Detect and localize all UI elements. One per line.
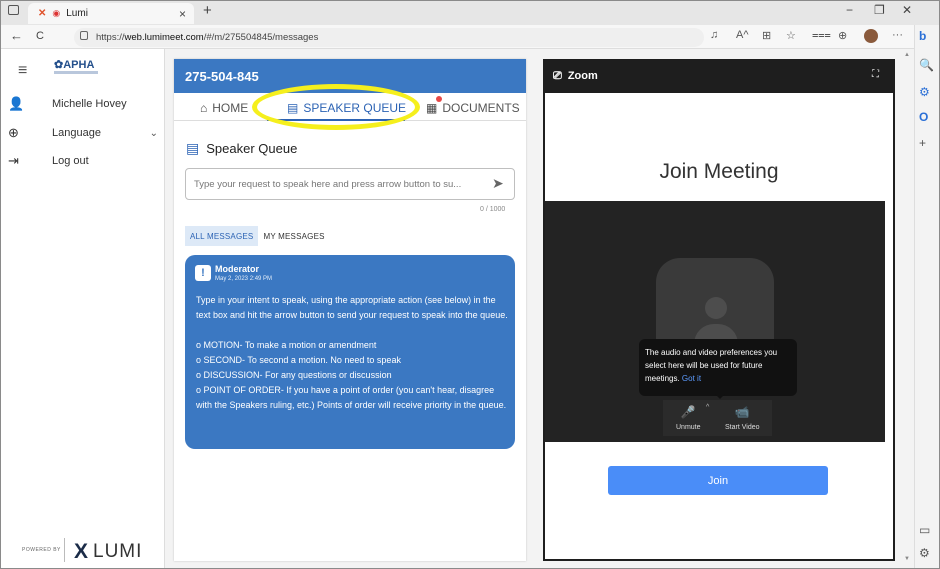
outlook-icon[interactable]: O [919, 110, 928, 124]
powered-by-label: POWERED BY [22, 547, 61, 553]
url-path: /#/m/275504845/messages [203, 32, 319, 43]
more-icon[interactable]: ··· [892, 29, 903, 41]
logout-icon: ⇥ [8, 153, 19, 168]
menu-icon[interactable]: ≡ [18, 62, 27, 80]
notification-dot [436, 96, 442, 102]
lumi-wordmark: LUMI [93, 541, 143, 562]
mic-muted-icon: 🎤 [680, 405, 696, 419]
profile-avatar[interactable] [864, 29, 878, 43]
record-icon: ◉ [52, 8, 61, 18]
text-size-icon[interactable]: A^ [736, 29, 749, 41]
message-line: o DISCUSSION- For any questions or discu… [196, 370, 392, 380]
extension-icon[interactable]: ⚙ [919, 85, 930, 99]
scroll-down-icon[interactable]: ▼ [904, 556, 910, 562]
lock-icon[interactable] [80, 31, 88, 40]
message-sender: Moderator [215, 264, 260, 274]
browser-sidebar [914, 25, 939, 568]
start-video-label: Start Video [725, 424, 760, 431]
preferences-tooltip: The audio and video preferences you sele… [639, 339, 797, 396]
language-label: Language [52, 127, 101, 139]
settings-icon[interactable]: ⚙ [919, 546, 930, 560]
refresh-icon[interactable]: C [36, 30, 44, 42]
caret-up-icon[interactable]: ^ [706, 404, 709, 411]
chat-icon: ▤ [186, 140, 200, 156]
tab-documents-label: DOCUMENTS [442, 101, 520, 115]
char-counter: 0 / 1000 [480, 206, 506, 213]
unmute-label: Unmute [676, 424, 701, 431]
tab-title: Lumi [66, 8, 88, 19]
tab-home[interactable]: ⌂ HOME [200, 101, 248, 115]
sidebar-item-user[interactable]: 👤 Michelle Hovey [8, 94, 158, 114]
lumi-mark-icon: X [74, 540, 90, 563]
unmute-button[interactable]: 🎤 Unmute [676, 405, 701, 431]
message-line: o SECOND- To second a motion. No need to… [196, 355, 401, 365]
zoom-title: Zoom [567, 70, 598, 82]
url-scheme: https:// [96, 32, 125, 43]
address-bar[interactable]: https://web.lumimeet.com/#/m/275504845/m… [74, 28, 704, 47]
minimize-icon[interactable]: − [846, 3, 853, 17]
apha-logo: ✿APHA [54, 59, 95, 71]
got-it-link[interactable]: Got it [682, 374, 701, 383]
url-host: web.lumimeet.com [124, 32, 204, 43]
browser-tab[interactable]: ✕ ◉ Lumi × [28, 3, 194, 24]
window-close-icon[interactable]: ✕ [902, 3, 912, 17]
join-meeting-title: Join Meeting [659, 160, 779, 183]
cast-icon: ⎚ [553, 69, 562, 82]
split-screen-icon[interactable]: ⊞ [762, 29, 771, 42]
chevron-down-icon: ⌄ [149, 127, 158, 139]
tab-actions-icon[interactable] [8, 5, 19, 15]
request-input[interactable]: Type your request to speak here and pres… [185, 168, 515, 200]
scroll-up-icon[interactable]: ▲ [904, 52, 910, 58]
sidebar-toggle-icon[interactable]: ▭ [919, 523, 930, 537]
zoom-header: ⎚ Zoom [543, 59, 895, 93]
favorites-list-icon[interactable]: ⩶ [812, 29, 831, 42]
user-icon: 👤 [8, 96, 25, 111]
annotation-highlight [252, 84, 420, 130]
message-date: May 2, 2023 2:49 PM [215, 276, 273, 282]
new-tab-icon[interactable]: + [203, 2, 212, 19]
back-icon[interactable]: ← [10, 28, 23, 43]
read-aloud-icon[interactable]: ♫ [710, 29, 718, 41]
tab-documents[interactable]: ▦ DOCUMENTS [426, 101, 520, 115]
message-filter-tabs: ALL MESSAGES MY MESSAGES [185, 226, 330, 246]
lumi-favicon-icon: ✕ [38, 8, 47, 19]
start-video-button[interactable]: 📹 Start Video [725, 405, 760, 431]
tab-home-label: HOME [212, 101, 249, 115]
message-intro: Type in your intent to speak, using the … [196, 295, 508, 320]
alert-icon: ! [195, 265, 211, 281]
globe-icon: ⊕ [8, 125, 19, 140]
sidebar-item-language[interactable]: ⊕ Language ⌄ [8, 123, 158, 143]
tooltip-text: The audio and video preferences you sele… [645, 348, 778, 383]
restore-icon[interactable]: ❐ [874, 3, 885, 17]
message-line: o POINT OF ORDER- If you have a point of… [196, 385, 507, 410]
send-icon[interactable]: ➤ [492, 175, 504, 192]
bing-icon[interactable]: b [919, 29, 926, 43]
close-tab-icon[interactable]: × [179, 7, 186, 21]
logo-tagline [54, 71, 98, 74]
page-scrollbar[interactable] [903, 49, 911, 568]
section-title-text: Speaker Queue [206, 141, 298, 156]
collections-icon[interactable]: ⊕ [838, 29, 847, 42]
tooltip-arrow [715, 394, 725, 399]
avatar-head [705, 297, 727, 319]
lumi-logo: X LUMI [74, 540, 142, 564]
home-icon: ⌂ [200, 101, 208, 115]
document-icon: ▦ [426, 101, 438, 115]
join-button[interactable]: Join [608, 466, 828, 495]
expand-icon[interactable]: ⛶ [872, 69, 879, 80]
add-icon[interactable]: + [919, 136, 926, 150]
tab-all-messages[interactable]: ALL MESSAGES [185, 226, 259, 246]
message-line: o MOTION- To make a motion or amendment [196, 340, 377, 350]
sidebar-item-logout[interactable]: ⇥ Log out [8, 151, 158, 171]
favorite-icon[interactable]: ☆ [786, 29, 796, 42]
user-name: Michelle Hovey [52, 98, 127, 110]
tab-my-messages[interactable]: MY MESSAGES [258, 226, 329, 246]
section-title: ▤ Speaker Queue [186, 140, 297, 157]
video-off-icon: 📹 [734, 405, 750, 419]
divider [64, 538, 65, 562]
message-body: Type in your intent to speak, using the … [196, 293, 510, 413]
search-icon[interactable]: 🔍 [919, 58, 934, 72]
logout-label: Log out [52, 155, 89, 167]
